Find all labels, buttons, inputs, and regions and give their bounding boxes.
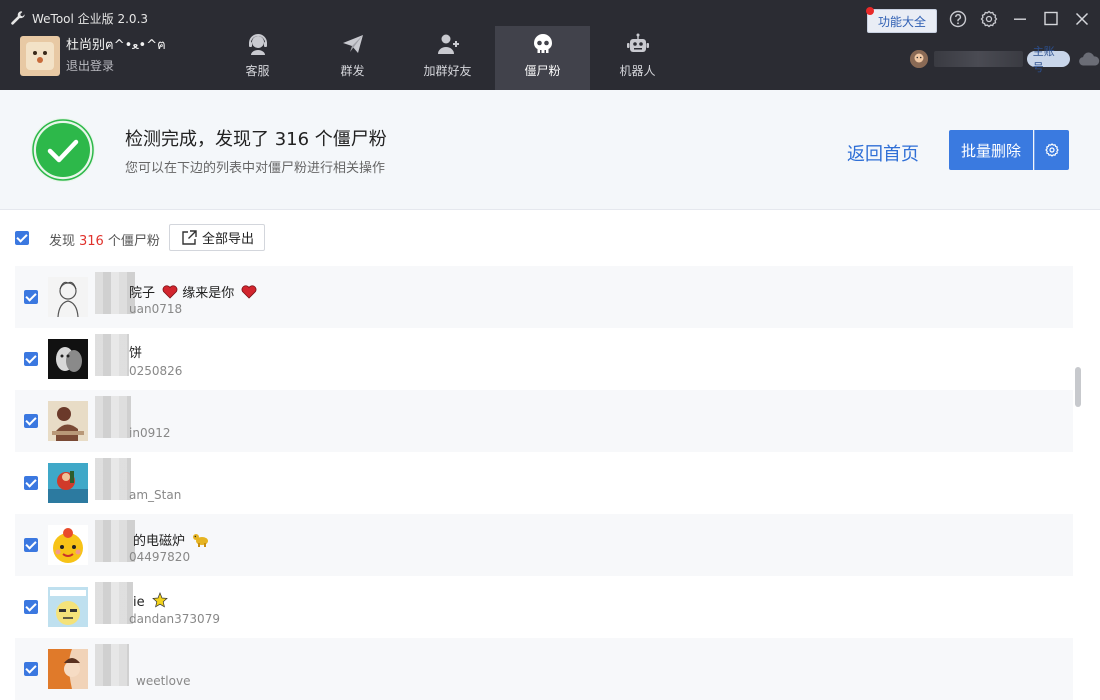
list-item[interactable]: 饼 0250826 [15, 328, 1073, 390]
account-name-blurred [934, 51, 1023, 67]
contact-name: 饼 [129, 346, 143, 361]
user-profile: 杜尚别ฅ^•ﻌ•^ฅ 退出登录 [20, 36, 166, 76]
robot-icon [626, 33, 649, 52]
heart-icon [242, 285, 257, 299]
profile-name: 杜尚别ฅ^•ﻌ•^ฅ [66, 38, 166, 53]
tab-label: 客服 [245, 64, 270, 78]
help-icon[interactable] [948, 9, 968, 29]
list-item[interactable]: in0912 [15, 390, 1073, 452]
list-item[interactable]: 院子 缘来是你 uan0718 [15, 266, 1073, 328]
tab-broadcast[interactable]: 群发 [305, 26, 400, 90]
contact-avatar [48, 339, 88, 379]
tab-add-group-friends[interactable]: 加群好友 [400, 26, 495, 90]
tab-label: 加群好友 [423, 64, 472, 78]
blurred-name [95, 334, 129, 376]
zombie-fans-list: 院子 缘来是你 uan0718 饼 0250826 in0912 am_Stan… [15, 266, 1073, 700]
contact-name: ie [133, 592, 168, 610]
avatar[interactable] [20, 36, 60, 76]
minimize-icon[interactable] [1010, 9, 1030, 29]
list-toolbar: 发现 316 个僵尸粉 全部导出 [0, 222, 1100, 254]
export-icon [182, 229, 197, 245]
found-suffix: 个僵尸粉 [107, 234, 160, 249]
row-checkbox[interactable] [24, 352, 38, 366]
found-count: 316 [79, 234, 104, 249]
detection-result-panel: 检测完成，发现了 316 个僵尸粉 您可以在下边的列表中对僵尸粉进行相关操作 返… [0, 90, 1100, 210]
add-user-icon [437, 34, 459, 54]
tab-label: 僵尸粉 [524, 64, 561, 78]
cloud-icon[interactable] [1078, 50, 1100, 68]
blurred-name [95, 582, 133, 624]
headset-icon [248, 34, 267, 55]
star-icon [151, 592, 168, 608]
close-icon[interactable] [1072, 9, 1092, 29]
contact-avatar [48, 277, 88, 317]
result-title: 检测完成，发现了 316 个僵尸粉 [125, 129, 387, 150]
blurred-name [95, 458, 131, 500]
export-all-label: 全部导出 [201, 232, 254, 247]
row-checkbox[interactable] [24, 600, 38, 614]
list-item[interactable]: ie dandan373079 [15, 576, 1073, 638]
account-switcher[interactable]: 主账号 [910, 45, 1100, 74]
select-all-checkbox[interactable] [15, 231, 29, 245]
bulk-delete-button[interactable]: 批量删除 [949, 130, 1033, 170]
row-checkbox[interactable] [24, 476, 38, 490]
heart-icon [162, 285, 178, 299]
bulk-delete-settings-button[interactable] [1034, 130, 1069, 170]
tab-label: 群发 [340, 64, 365, 78]
main-nav: 客服 群发 加群好友 僵尸粉 机器人 [210, 26, 685, 90]
wetool-window: WeTool 企业版 2.0.3 杜尚别ฅ^•ﻌ•^ฅ 退出登录 客服 群发 加… [0, 0, 1100, 700]
dog-icon [193, 534, 209, 547]
contact-avatar [48, 649, 88, 689]
tab-robot[interactable]: 机器人 [590, 26, 685, 90]
app-title: WeTool 企业版 2.0.3 [32, 11, 149, 26]
main-account-badge: 主账号 [1026, 45, 1070, 74]
maximize-icon[interactable] [1041, 9, 1061, 29]
contact-wechat-id: 04497820 [129, 550, 191, 564]
tab-label: 机器人 [619, 64, 656, 78]
contact-avatar [48, 401, 88, 441]
result-subtitle: 您可以在下边的列表中对僵尸粉进行相关操作 [125, 161, 386, 176]
contact-wechat-id: am_Stan [129, 488, 182, 502]
blurred-name [95, 644, 129, 686]
logout-link[interactable]: 退出登录 [66, 57, 166, 75]
back-home-link[interactable]: 返回首页 [847, 140, 919, 166]
row-checkbox[interactable] [24, 414, 38, 428]
contact-wechat-id: dandan373079 [129, 612, 220, 626]
wrench-icon [11, 11, 25, 25]
blurred-name [95, 396, 131, 438]
contact-wechat-id: in0912 [129, 426, 171, 440]
contact-wechat-id: 0250826 [129, 364, 183, 378]
list-scrollbar[interactable] [1075, 367, 1081, 407]
feature-list-button[interactable]: 功能大全 [866, 7, 937, 33]
feature-list-label: 功能大全 [877, 14, 926, 29]
contact-wechat-id: weetlove [136, 674, 191, 688]
list-item[interactable]: 的电磁炉 04497820 [15, 514, 1073, 576]
found-prefix: 发现 [49, 234, 76, 249]
skull-icon [533, 34, 552, 53]
row-checkbox[interactable] [24, 538, 38, 552]
gear-icon [1045, 143, 1059, 157]
paper-plane-icon [342, 35, 363, 53]
tab-zombie-fans[interactable]: 僵尸粉 [495, 26, 590, 90]
found-count-text: 发现 316 个僵尸粉 [49, 230, 160, 249]
title-row: WeTool 企业版 2.0.3 [10, 8, 148, 28]
settings-gear-icon[interactable] [979, 9, 999, 29]
tab-customer-service[interactable]: 客服 [210, 26, 305, 90]
row-checkbox[interactable] [24, 662, 38, 676]
list-item[interactable]: am_Stan [15, 452, 1073, 514]
export-all-button[interactable]: 全部导出 [169, 224, 265, 251]
contact-name: 的电磁炉 [133, 530, 210, 549]
notification-dot [866, 7, 874, 15]
contact-avatar [48, 587, 88, 627]
contact-avatar [48, 463, 88, 503]
contact-avatar [48, 525, 88, 565]
row-checkbox[interactable] [24, 290, 38, 304]
top-header: WeTool 企业版 2.0.3 杜尚别ฅ^•ﻌ•^ฅ 退出登录 客服 群发 加… [0, 0, 1100, 90]
contact-name: 院子 缘来是你 [129, 282, 257, 301]
list-item[interactable]: weetlove [15, 638, 1073, 700]
success-check-icon [31, 118, 95, 182]
account-avatar [910, 50, 928, 68]
contact-wechat-id: uan0718 [129, 302, 183, 316]
